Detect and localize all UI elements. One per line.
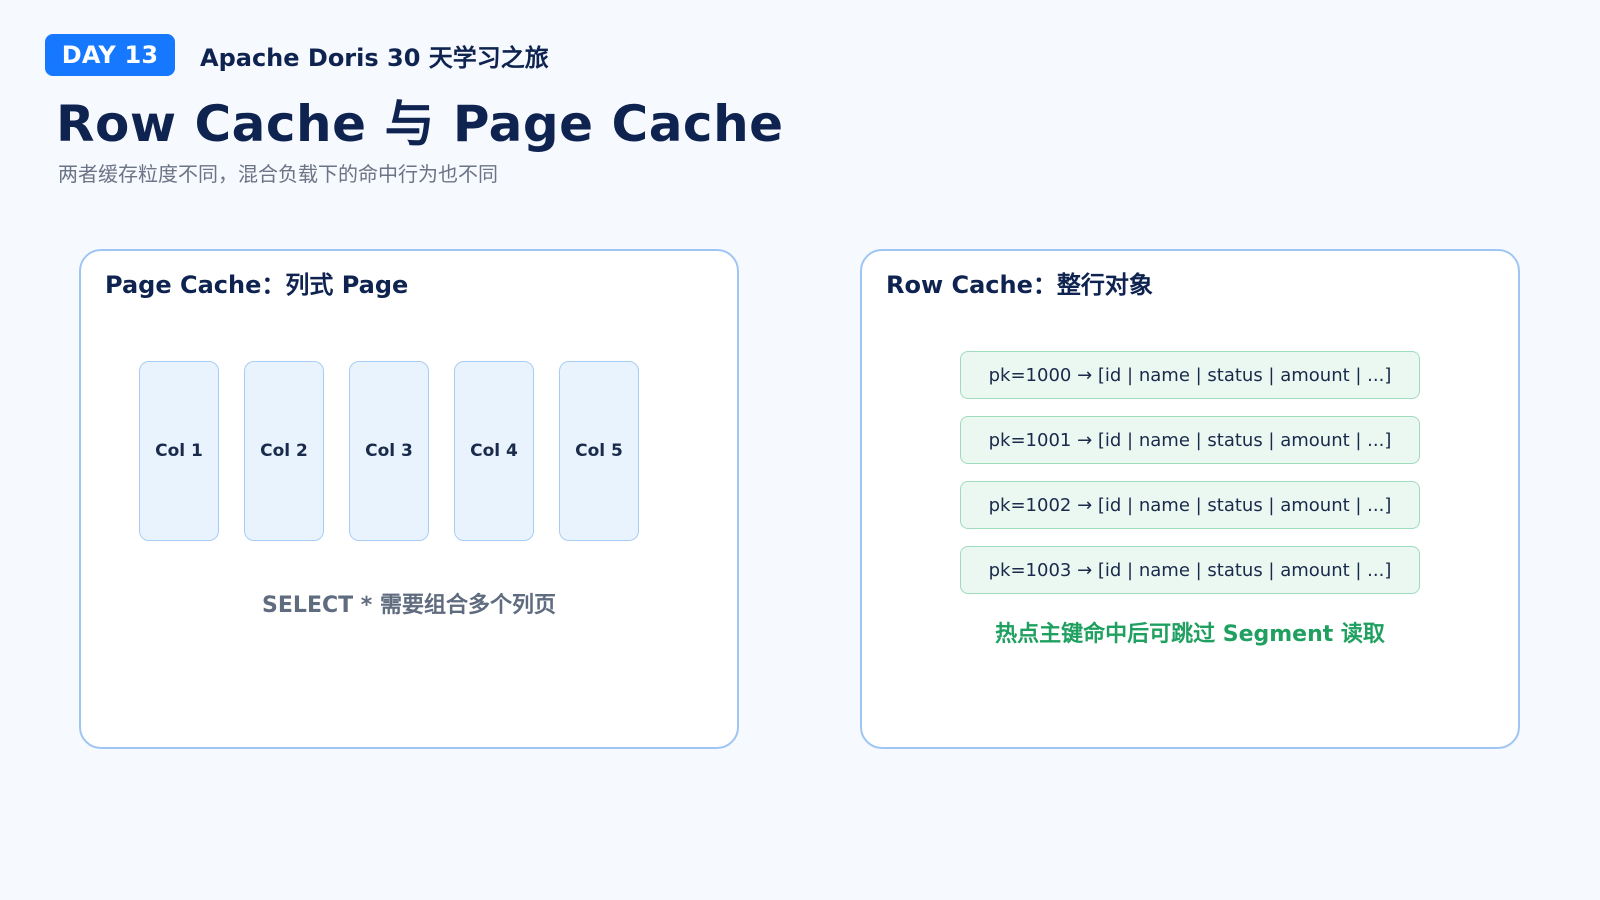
- row-object-1000: pk=1000 → [id | name | status | amount |…: [960, 351, 1420, 399]
- column-page-3: Col 3: [349, 361, 429, 541]
- column-page-5: Col 5: [559, 361, 639, 541]
- day-badge: DAY 13: [45, 34, 175, 76]
- row-object-1001: pk=1001 → [id | name | status | amount |…: [960, 416, 1420, 464]
- row-object-list: pk=1000 → [id | name | status | amount |…: [960, 351, 1420, 594]
- column-page-2: Col 2: [244, 361, 324, 541]
- row-cache-panel: Row Cache：整行对象 pk=1000 → [id | name | st…: [860, 249, 1520, 749]
- row-cache-note: 热点主键命中后可跳过 Segment 读取: [995, 622, 1385, 647]
- page-cache-panel: Page Cache：列式 Page Col 1 Col 2 Col 3 Col…: [79, 249, 739, 749]
- page-title: Row Cache 与 Page Cache: [56, 95, 784, 153]
- column-page-4: Col 4: [454, 361, 534, 541]
- page-subtitle: 两者缓存粒度不同，混合负载下的命中行为也不同: [58, 162, 498, 186]
- row-object-1002: pk=1002 → [id | name | status | amount |…: [960, 481, 1420, 529]
- row-object-1003: pk=1003 → [id | name | status | amount |…: [960, 546, 1420, 594]
- column-page-1: Col 1: [139, 361, 219, 541]
- row-cache-title: Row Cache：整行对象: [886, 271, 1153, 299]
- slide: DAY 13 Apache Doris 30 天学习之旅 Row Cache 与…: [0, 0, 1600, 900]
- page-cache-title: Page Cache：列式 Page: [105, 271, 409, 299]
- column-page-group: Col 1 Col 2 Col 3 Col 4 Col 5: [139, 361, 639, 541]
- page-cache-note: SELECT * 需要组合多个列页: [262, 593, 556, 618]
- series-title: Apache Doris 30 天学习之旅: [200, 44, 549, 72]
